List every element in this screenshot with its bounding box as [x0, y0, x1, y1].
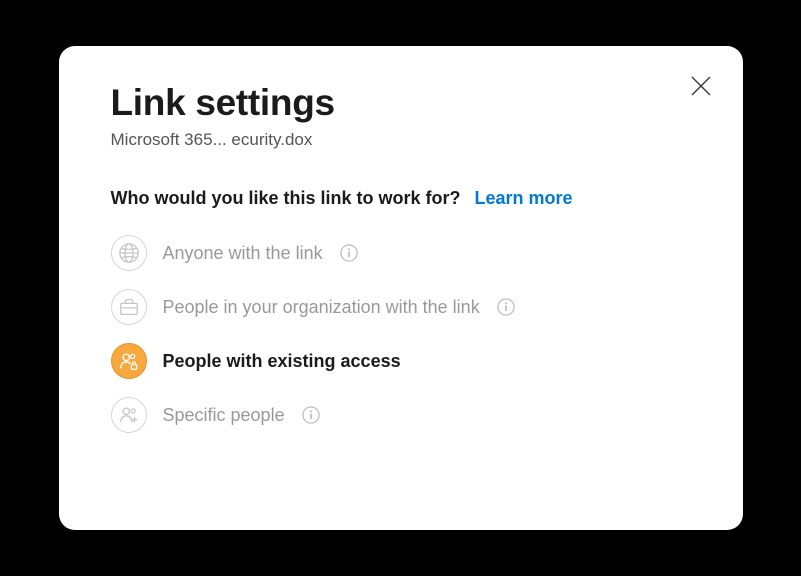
option-people-existing-access[interactable]: People with existing access [111, 343, 691, 379]
options-list: Anyone with the link People in your orga… [111, 235, 691, 433]
question-row: Who would you like this link to work for… [111, 188, 691, 209]
option-label: People in your organization with the lin… [163, 297, 480, 318]
info-icon[interactable] [301, 405, 321, 425]
option-label: Specific people [163, 405, 285, 426]
globe-icon [111, 235, 147, 271]
people-plus-icon [111, 397, 147, 433]
option-label: People with existing access [163, 351, 401, 372]
option-people-in-organization[interactable]: People in your organization with the lin… [111, 289, 691, 325]
learn-more-link[interactable]: Learn more [475, 188, 573, 209]
dialog-subtitle: Microsoft 365... ecurity.dox [111, 130, 691, 150]
info-icon[interactable] [496, 297, 516, 317]
option-specific-people[interactable]: Specific people [111, 397, 691, 433]
briefcase-icon [111, 289, 147, 325]
close-icon [689, 74, 713, 98]
option-label: Anyone with the link [163, 243, 323, 264]
question-text: Who would you like this link to work for… [111, 188, 461, 209]
dialog-title: Link settings [111, 82, 691, 124]
people-lock-icon [111, 343, 147, 379]
close-button[interactable] [687, 72, 715, 100]
link-settings-dialog: Link settings Microsoft 365... ecurity.d… [59, 46, 743, 530]
option-anyone-with-link[interactable]: Anyone with the link [111, 235, 691, 271]
info-icon[interactable] [339, 243, 359, 263]
